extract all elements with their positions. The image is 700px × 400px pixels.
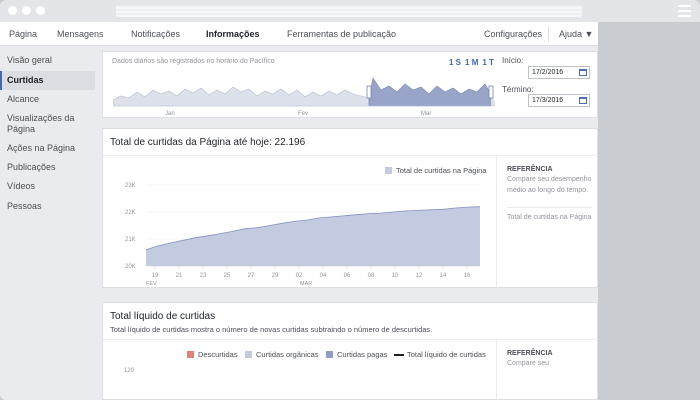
selection-handle-right[interactable] <box>488 85 494 99</box>
x-tick-label: 06 <box>344 273 351 279</box>
x-tick-label: 04 <box>320 273 327 279</box>
range-1-month[interactable]: 1 M <box>465 58 478 67</box>
end-date-value: 17/3/2016 <box>532 97 564 104</box>
total-likes-chart[interactable]: 20K 21K 22K 23K 19 21 23 25 27 29 02 04 06 08 10 12 14 16… <box>113 175 483 305</box>
nav-configuracoes[interactable]: Configurações <box>484 29 542 39</box>
x-tick-label: 25 <box>224 273 231 279</box>
end-date-label: Término: <box>502 85 534 94</box>
sidebar-item-acoes[interactable]: Ações na Página <box>0 143 95 154</box>
total-likes-area[interactable] <box>146 206 480 266</box>
x-tick-label: 29 <box>272 273 279 279</box>
overview-area-unselected <box>113 86 370 107</box>
chevron-down-icon: ▼ <box>584 29 594 39</box>
range-1-week[interactable]: 1 S <box>449 58 461 67</box>
top-navigation: Página Mensagens Notificações Informaçõe… <box>0 22 598 46</box>
start-date-input[interactable]: 17/2/2016 <box>528 66 590 79</box>
x-month-label: FEV <box>146 281 157 287</box>
legend-label-total-liquido: Total líquido de curtidas <box>407 350 486 359</box>
y-tick-label: 22K <box>125 210 136 216</box>
sidebar-item-curtidas[interactable]: Curtidas <box>0 71 95 90</box>
date-range-overview: Dados diários são registrados no horário… <box>102 51 598 118</box>
start-date-value: 17/2/2016 <box>532 69 564 76</box>
y-tick-label: 21K <box>125 237 136 243</box>
sidebar-item-pessoas[interactable]: Pessoas <box>0 201 95 212</box>
end-date-input[interactable]: 17/3/2016 <box>528 94 590 107</box>
hamburger-menu-icon[interactable] <box>678 5 691 17</box>
nav-ajuda[interactable]: Ajuda ▼ <box>559 29 593 39</box>
sidebar-item-alcance[interactable]: Alcance <box>0 94 95 105</box>
calendar-icon[interactable] <box>579 97 587 104</box>
title-bar <box>0 0 700 22</box>
overview-month-jan: Jan <box>165 111 175 117</box>
net-likes-subtitle: Total líquido de curtidas mostra o númer… <box>110 325 433 334</box>
sidebar-item-visualizacoes[interactable]: Visualizações da Página <box>0 113 95 135</box>
calendar-icon[interactable] <box>579 69 587 76</box>
x-tick-label: 21 <box>176 273 183 279</box>
sidebar-item-visao-geral[interactable]: Visão geral <box>0 55 95 66</box>
total-likes-title: Total de curtidas da Página até hoje: 22… <box>110 137 306 148</box>
legend-swatch-total-liquido <box>394 354 404 356</box>
reference-text: Compare seu desempenho médio ao longo do… <box>507 176 592 194</box>
sidebar-item-videos[interactable]: Vídeos <box>0 181 95 192</box>
legend-label-total: Total de curtidas na Página <box>396 166 487 175</box>
nav-tab-informacoes[interactable]: Informações <box>206 29 260 39</box>
y-tick-label: 20K <box>125 264 136 270</box>
legend-swatch-pagas <box>326 351 333 358</box>
x-tick-label: 19 <box>152 273 159 279</box>
sidebar-item-publicacoes[interactable]: Publicações <box>0 162 95 173</box>
x-tick-label: 12 <box>416 273 423 279</box>
net-reference-title: REFERÊNCIA <box>507 350 553 357</box>
browser-window: Página Mensagens Notificações Informaçõe… <box>0 0 700 400</box>
insights-sidebar: Visão geral Curtidas Alcance Visualizaçõ… <box>0 46 100 400</box>
overview-area-selected <box>368 77 492 107</box>
range-selector: 1 S 1 M 1 T <box>449 58 498 67</box>
net-likes-title: Total líquido de curtidas <box>110 311 216 322</box>
reference-panel: REFERÊNCIA Compare seu desempenho médio … <box>496 156 597 287</box>
legend-swatch-organicas <box>245 351 252 358</box>
nav-tab-notificacoes[interactable]: Notificações <box>131 29 180 39</box>
selection-handle-left[interactable] <box>366 85 372 99</box>
total-likes-card: Total de curtidas da Página até hoje: 22… <box>102 128 598 288</box>
start-date-label: Início: <box>502 56 524 65</box>
window-maximize-dot[interactable] <box>36 6 45 15</box>
x-tick-label: 02 <box>296 273 303 279</box>
overview-month-mar: Mar <box>421 111 431 117</box>
window-minimize-dot[interactable] <box>22 6 31 15</box>
net-reference-text: Compare seu <box>507 360 550 367</box>
x-tick-label: 23 <box>200 273 207 279</box>
legend-label-pagas: Curtidas pagas <box>337 350 388 359</box>
y-tick-label: 23K <box>125 183 136 189</box>
nav-divider <box>548 26 549 42</box>
x-tick-label: 16 <box>464 273 471 279</box>
x-tick-label: 27 <box>248 273 255 279</box>
legend-label-descurtidas: Descurtidas <box>198 350 238 359</box>
x-tick-label: 08 <box>368 273 375 279</box>
overview-sparkline[interactable]: Jan Fev Mar <box>113 72 495 118</box>
nav-tab-ferramentas[interactable]: Ferramentas de publicação <box>287 29 396 39</box>
window-close-dot[interactable] <box>8 6 17 15</box>
x-month-label: MAR <box>300 281 312 287</box>
timezone-note: Dados diários são registrados no horário… <box>112 58 275 65</box>
x-tick-label: 10 <box>392 273 399 279</box>
x-tick-label: 14 <box>440 273 447 279</box>
legend-swatch-descurtidas <box>187 351 194 358</box>
nav-tab-pagina[interactable]: Página <box>9 29 37 39</box>
net-reference-panel: REFERÊNCIA Compare seu <box>496 340 597 399</box>
nav-ajuda-label: Ajuda <box>559 29 583 39</box>
nav-tab-mensagens[interactable]: Mensagens <box>57 29 104 39</box>
net-likes-card: Total líquido de curtidas Total líquido … <box>102 302 598 400</box>
legend-label-organicas: Curtidas orgânicas <box>256 350 319 359</box>
legend-swatch-total <box>385 167 392 174</box>
address-bar[interactable] <box>116 5 582 17</box>
net-chart-y-tick: 120 <box>124 368 135 374</box>
reference-title: REFERÊNCIA <box>507 166 553 173</box>
range-1-quarter[interactable]: 1 T <box>482 58 494 67</box>
overview-month-fev: Fev <box>298 111 308 117</box>
reference-metric-link[interactable]: Total de curtidas na Página <box>507 207 592 225</box>
main-content: Dados diários são registrados no horário… <box>100 46 598 400</box>
